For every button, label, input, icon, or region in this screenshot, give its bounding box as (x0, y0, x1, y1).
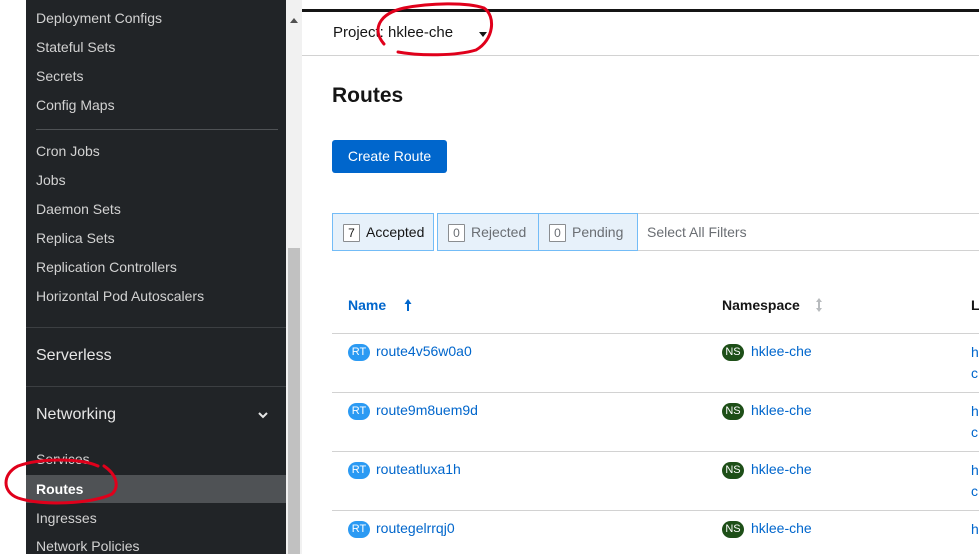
filter-pending[interactable]: 0 Pending (538, 213, 638, 251)
sidebar-scrollbar[interactable] (286, 0, 302, 554)
nav-daemon-sets[interactable]: Daemon Sets (36, 201, 121, 217)
left-gutter (0, 0, 26, 554)
scroll-up-arrow-icon[interactable] (290, 18, 298, 23)
row-divider (332, 451, 979, 452)
sort-icon[interactable] (815, 297, 823, 313)
location-link[interactable]: h (971, 344, 979, 360)
nav-network-policies[interactable]: Network Policies (36, 538, 139, 554)
namespace-link[interactable]: hklee-che (751, 343, 812, 359)
location-link[interactable]: h (971, 521, 979, 537)
route-badge: RT (348, 462, 370, 479)
nav-secrets[interactable]: Secrets (36, 68, 83, 84)
filter-label: Accepted (366, 224, 425, 240)
scroll-thumb[interactable] (288, 248, 300, 554)
location-link[interactable]: c (971, 424, 978, 440)
nav-routes[interactable]: Routes (26, 475, 286, 503)
location-link[interactable]: c (971, 365, 978, 381)
caret-down-icon[interactable] (479, 32, 487, 37)
namespace-badge: NS (722, 521, 744, 538)
select-all-filters[interactable]: Select All Filters (638, 213, 979, 251)
namespace-link[interactable]: hklee-che (751, 520, 812, 536)
section-divider (26, 327, 286, 328)
nav-ingresses[interactable]: Ingresses (36, 510, 97, 526)
networking-label: Networking (36, 406, 117, 423)
page-title: Routes (332, 84, 404, 107)
nav-replication-controllers[interactable]: Replication Controllers (36, 259, 177, 275)
route-name-link[interactable]: route9m8uem9d (376, 402, 478, 418)
nav-section-networking[interactable]: Networking (36, 406, 278, 424)
project-selector[interactable]: Project: hklee-che (333, 24, 453, 41)
namespace-link[interactable]: hklee-che (751, 461, 812, 477)
filter-count: 7 (343, 224, 360, 243)
nav-horizontal-pod-autoscalers[interactable]: Horizontal Pod Autoscalers (36, 288, 204, 304)
filter-accepted[interactable]: 7 Accepted (332, 213, 434, 251)
nav-divider (36, 129, 278, 130)
sort-ascending-icon[interactable] (404, 298, 412, 312)
filter-label: Pending (572, 224, 624, 240)
nav-jobs[interactable]: Jobs (36, 172, 66, 188)
namespace-badge: NS (722, 403, 744, 420)
route-badge: RT (348, 344, 370, 361)
row-divider (332, 392, 979, 393)
chevron-down-icon (258, 410, 268, 420)
namespace-link[interactable]: hklee-che (751, 402, 812, 418)
location-link[interactable]: h (971, 462, 979, 478)
nav-stateful-sets[interactable]: Stateful Sets (36, 39, 115, 55)
nav-cron-jobs[interactable]: Cron Jobs (36, 143, 100, 159)
column-header-namespace[interactable]: Namespace (722, 297, 800, 313)
namespace-badge: NS (722, 344, 744, 361)
filter-count: 0 (549, 224, 566, 243)
location-link[interactable]: c (971, 483, 978, 499)
location-link[interactable]: h (971, 403, 979, 419)
route-name-link[interactable]: route4v56w0a0 (376, 343, 472, 359)
nav-replica-sets[interactable]: Replica Sets (36, 230, 115, 246)
project-bar: Project: hklee-che (302, 12, 979, 56)
create-route-button[interactable]: Create Route (332, 140, 447, 173)
column-header-location[interactable]: L (971, 297, 979, 313)
route-badge: RT (348, 521, 370, 538)
sidebar: Deployment Configs Stateful Sets Secrets… (26, 0, 286, 554)
row-divider (332, 333, 979, 334)
namespace-badge: NS (722, 462, 744, 479)
app-root: Deployment Configs Stateful Sets Secrets… (0, 0, 979, 554)
nav-config-maps[interactable]: Config Maps (36, 97, 115, 113)
column-header-name[interactable]: Name (348, 297, 386, 313)
nav-services[interactable]: Services (36, 451, 90, 467)
row-divider (332, 510, 979, 511)
nav-deployment-configs[interactable]: Deployment Configs (36, 10, 162, 26)
filter-label: Rejected (471, 224, 527, 240)
section-divider (26, 386, 286, 387)
filter-rejected[interactable]: 0 Rejected (437, 213, 540, 251)
filter-count: 0 (448, 224, 465, 243)
route-name-link[interactable]: routegelrrqj0 (376, 520, 455, 536)
route-badge: RT (348, 403, 370, 420)
route-name-link[interactable]: routeatluxa1h (376, 461, 461, 477)
nav-section-serverless[interactable]: Serverless (36, 347, 112, 365)
